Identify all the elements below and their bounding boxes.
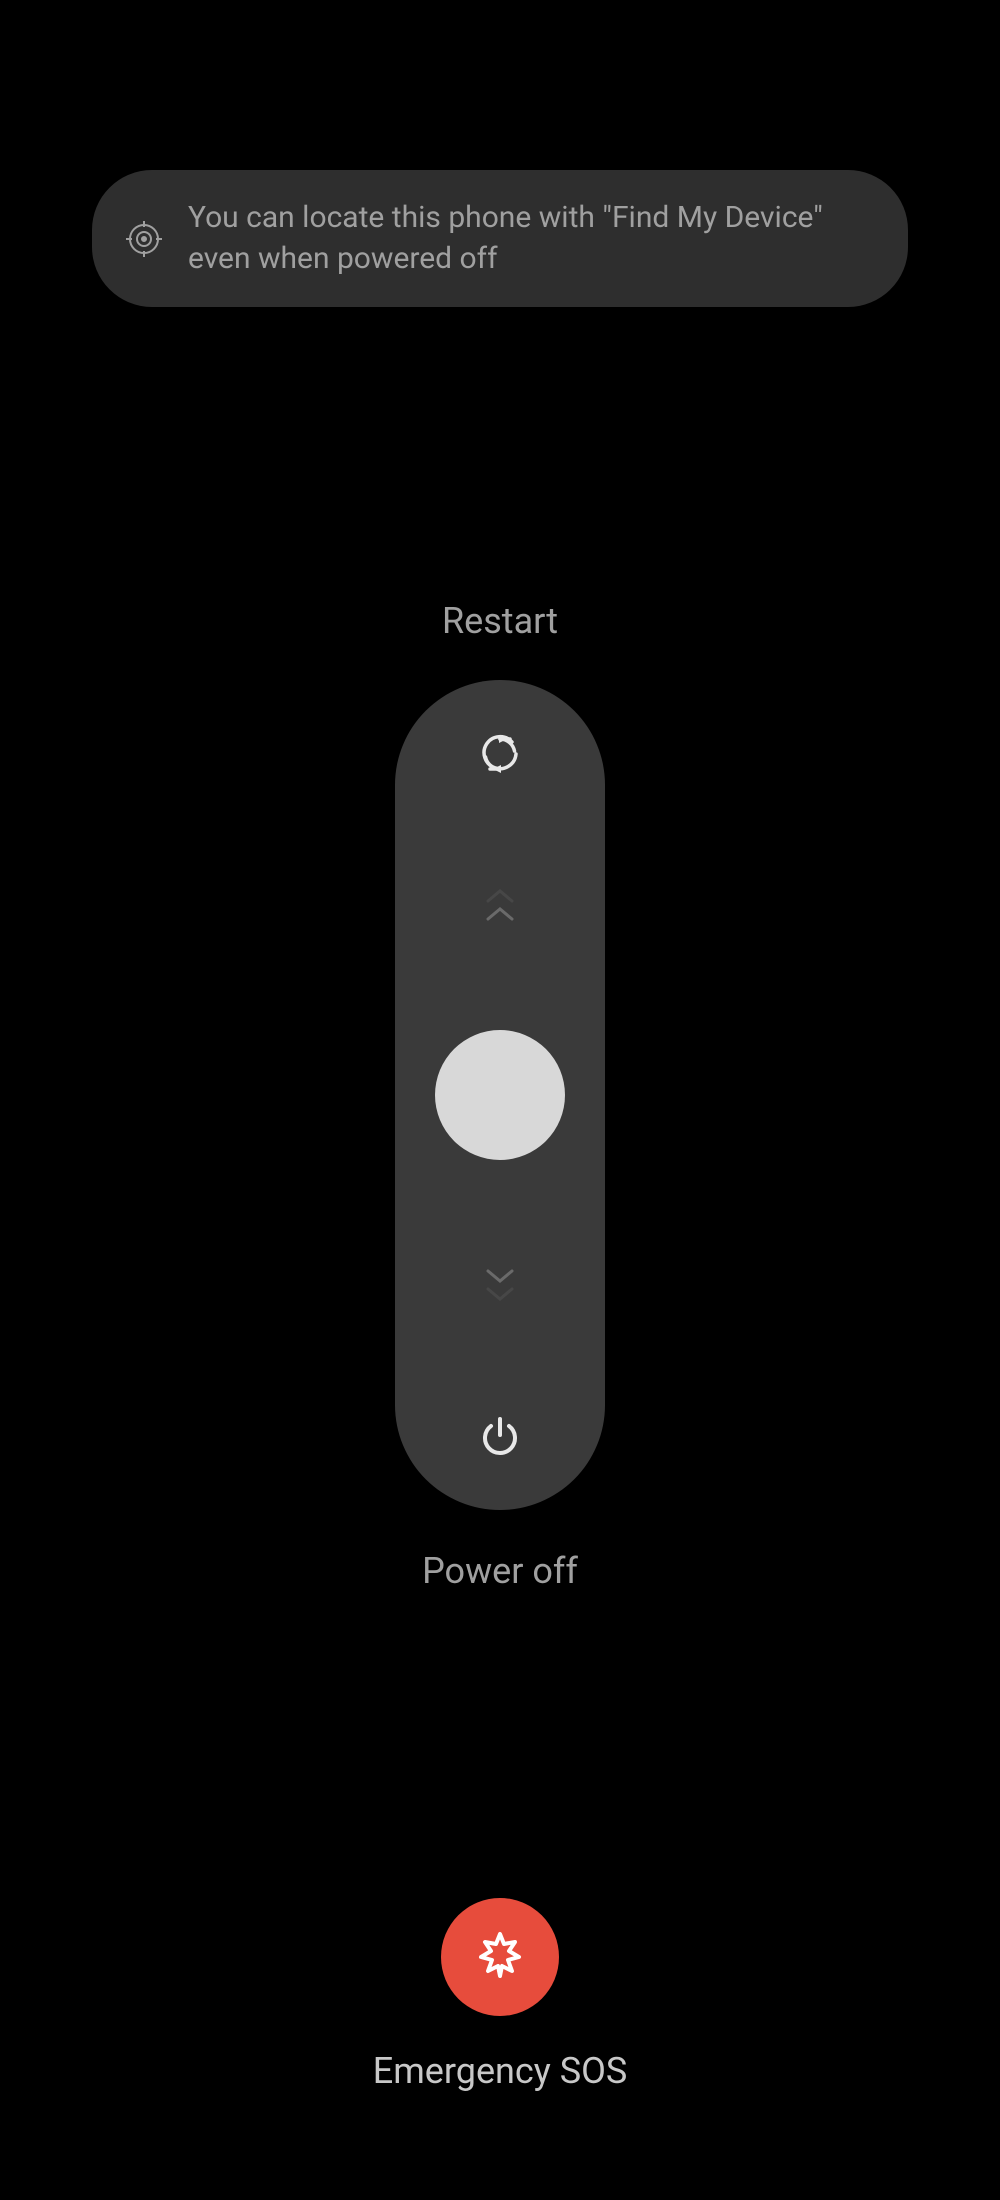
find-my-device-text: You can locate this phone with "Find My … [188,198,868,279]
emergency-sos-button[interactable] [441,1898,559,2016]
chevron-up-indicator [484,887,516,921]
restart-label: Restart [0,600,1000,642]
locate-icon [122,217,166,261]
power-icon [476,1412,524,1460]
chevron-down-indicator [484,1269,516,1303]
restart-icon [476,730,524,778]
power-off-label: Power off [0,1550,1000,1592]
emergency-sos-icon [471,1926,529,1988]
power-slider-thumb[interactable] [435,1030,565,1160]
emergency-sos-label: Emergency SOS [0,2050,1000,2092]
find-my-device-banner[interactable]: You can locate this phone with "Find My … [92,170,908,307]
power-slider-track[interactable] [395,680,605,1510]
